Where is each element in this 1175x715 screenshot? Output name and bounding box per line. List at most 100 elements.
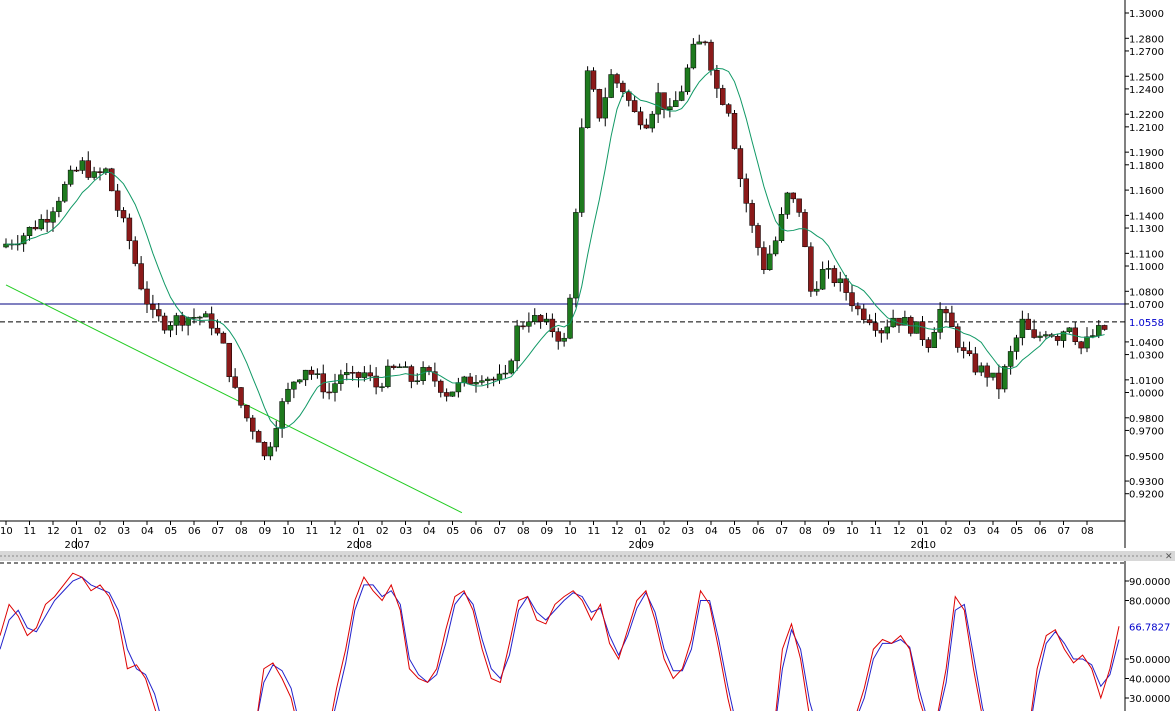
panel-separator[interactable]: ✕ [0, 551, 1175, 562]
candle-body [91, 171, 97, 178]
candle-body [273, 428, 279, 448]
candle-body [784, 192, 791, 215]
candle-body [996, 372, 1002, 390]
candle-body [302, 369, 309, 381]
candle-body [214, 327, 221, 334]
candle-body [449, 391, 456, 397]
month-tick-label: 09 [823, 526, 836, 537]
candle-body [637, 111, 644, 126]
price-tick-label: 0.9500 [1129, 452, 1164, 463]
month-tick-label: 08 [517, 526, 530, 537]
candle-body [203, 313, 209, 318]
candle-body [1013, 337, 1020, 352]
candle-body [126, 217, 133, 242]
candle-body [220, 332, 227, 344]
candle-body [532, 315, 538, 323]
candle-body [555, 331, 561, 342]
price-tick-label: 0.9700 [1129, 426, 1164, 437]
month-tick-label: 02 [940, 526, 953, 537]
candle-body [461, 376, 467, 383]
price-tick-label: 1.0100 [1129, 376, 1164, 387]
month-tick-label: 12 [611, 526, 624, 537]
candle-body [32, 226, 39, 230]
month-tick-label: 01 [71, 526, 84, 537]
month-tick-label: 10 [0, 526, 13, 537]
month-tick-label: 06 [752, 526, 765, 537]
candle-body [749, 203, 755, 226]
candle-body [161, 315, 168, 331]
candle-body [473, 382, 479, 385]
candle-body [26, 226, 33, 236]
candle-body [455, 382, 462, 393]
price-tick-label: 0.9800 [1129, 414, 1164, 425]
price-tick-label: 1.0800 [1129, 287, 1164, 298]
price-tick-label: 1.1800 [1129, 161, 1164, 172]
month-tick-label: 01 [635, 526, 648, 537]
price-tick-label: 1.1300 [1129, 224, 1164, 235]
month-tick-label: 07 [776, 526, 789, 537]
price-tick-label: 1.0000 [1129, 389, 1164, 400]
month-tick-label: 02 [94, 526, 107, 537]
candle-body [1025, 318, 1031, 330]
candle-body [825, 268, 832, 270]
candle-body [308, 369, 315, 375]
candle-body [191, 317, 197, 319]
month-tick-label: 01 [917, 526, 930, 537]
candle-body [297, 379, 303, 383]
month-tick-label: 02 [376, 526, 389, 537]
month-tick-label: 03 [964, 526, 977, 537]
candle-body [684, 67, 691, 93]
candle-body [114, 190, 121, 211]
candle-body [267, 446, 274, 457]
candle-body [502, 372, 509, 375]
candle-body [355, 372, 362, 378]
candle-body [661, 92, 667, 111]
candle-body [485, 378, 491, 381]
stochastic-tick-label: 80.0000 [1129, 597, 1170, 608]
candle-body [884, 326, 890, 334]
month-tick-label: 07 [494, 526, 507, 537]
candle-body [467, 376, 473, 385]
month-tick-label: 03 [400, 526, 413, 537]
candle-body [391, 365, 397, 368]
candle-body [596, 89, 603, 119]
candle-body [855, 305, 861, 310]
month-tick-label: 08 [1081, 526, 1094, 537]
month-tick-label: 06 [1034, 526, 1047, 537]
price-tick-label: 1.2700 [1129, 47, 1164, 58]
month-tick-label: 06 [470, 526, 483, 537]
candle-body [332, 383, 338, 393]
candle-body [490, 378, 497, 381]
year-tick-label: 2010 [911, 540, 936, 551]
candle-body [878, 330, 885, 334]
candle-body [526, 321, 532, 327]
close-panel-icon[interactable]: ✕ [1165, 552, 1173, 562]
candle-body [314, 373, 321, 375]
candle-body [197, 316, 203, 319]
candle-body [819, 269, 826, 290]
candle-body [414, 380, 420, 382]
candle-body [608, 74, 614, 98]
candle-body [67, 169, 74, 185]
candle-body [73, 169, 80, 172]
month-tick-label: 12 [893, 526, 906, 537]
month-tick-label: 10 [846, 526, 859, 537]
candle-body [238, 387, 244, 406]
candle-body [602, 97, 608, 119]
month-tick-label: 07 [212, 526, 225, 537]
candle-body [537, 315, 544, 322]
month-tick-label: 08 [235, 526, 248, 537]
candle-body [144, 288, 150, 305]
candle-body [167, 325, 174, 331]
candle-body [966, 350, 973, 355]
candle-body [731, 113, 738, 149]
candle-body [85, 160, 91, 178]
price-tick-label: 1.1600 [1129, 186, 1164, 197]
candle-body [120, 210, 127, 219]
price-tick-label: 1.2400 [1129, 85, 1164, 96]
candle-body [255, 431, 262, 443]
candle-body [960, 347, 967, 351]
candle-body [367, 372, 373, 377]
candle-body [132, 240, 138, 264]
candle-body [1054, 336, 1061, 341]
